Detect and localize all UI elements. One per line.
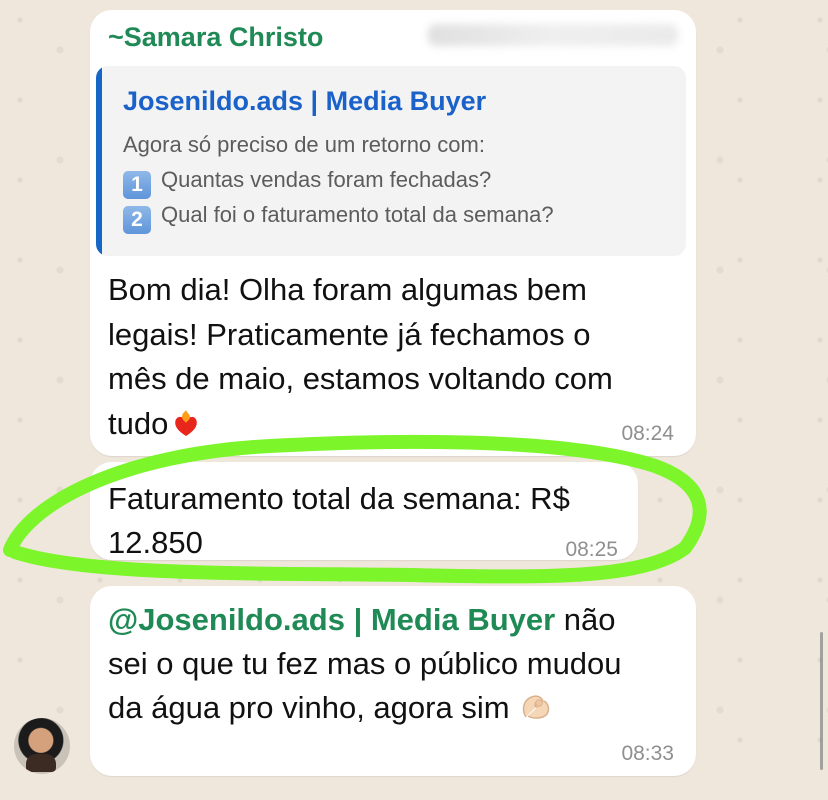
keycap-2-icon: 2	[123, 206, 151, 234]
reply-line-3-text: da água pro vinho, agora sim	[108, 690, 510, 725]
reply-message-text: @Josenildo.ads | Media Buyer não sei o q…	[108, 598, 668, 730]
quoted-item-2-text: Qual foi o faturamento total da semana?	[161, 202, 554, 227]
message-text: Bom dia! Olha foram algumas bem legais! …	[108, 268, 668, 446]
sender-phone-blur	[428, 24, 678, 46]
mention-link[interactable]: @Josenildo.ads | Media Buyer	[108, 602, 555, 637]
quoted-intro: Agora só preciso de um retorno com:	[123, 132, 485, 157]
reply-message-bubble[interactable]: @Josenildo.ads | Media Buyer não sei o q…	[90, 586, 696, 776]
pinching-hand-icon	[522, 695, 549, 719]
quote-accent-bar	[96, 66, 102, 256]
keycap-1-icon: 1	[123, 171, 151, 199]
incoming-message-bubble[interactable]: ~Samara Christo Josenildo.ads | Media Bu…	[90, 10, 696, 456]
reply-line-3: da água pro vinho, agora sim	[108, 686, 668, 730]
highlight-circle	[3, 434, 707, 584]
sender-avatar[interactable]	[14, 718, 70, 774]
chat-scrollbar[interactable]	[820, 632, 823, 770]
reply-message-time: 08:33	[621, 742, 674, 765]
quoted-item-1: 1 Quantas vendas foram fechadas?	[123, 167, 491, 199]
quoted-author: Josenildo.ads | Media Buyer	[123, 86, 487, 116]
quoted-message[interactable]: Josenildo.ads | Media Buyer Agora só pre…	[96, 66, 686, 256]
quoted-item-2: 2 Qual foi o faturamento total da semana?	[123, 202, 554, 234]
message-line-1: Bom dia! Olha foram algumas bem	[108, 272, 587, 307]
sender-name[interactable]: ~Samara Christo	[108, 22, 323, 53]
reply-line-1: @Josenildo.ads | Media Buyer não	[108, 598, 668, 642]
message-line-3: mês de maio, estamos voltando com	[108, 361, 613, 396]
message-line-2: legais! Praticamente já fechamos o	[108, 316, 591, 352]
quoted-item-1-text: Quantas vendas foram fechadas?	[161, 167, 492, 192]
reply-line-2: sei o que tu fez mas o público mudou	[108, 646, 622, 681]
reply-line-1-rest: não	[555, 602, 616, 637]
